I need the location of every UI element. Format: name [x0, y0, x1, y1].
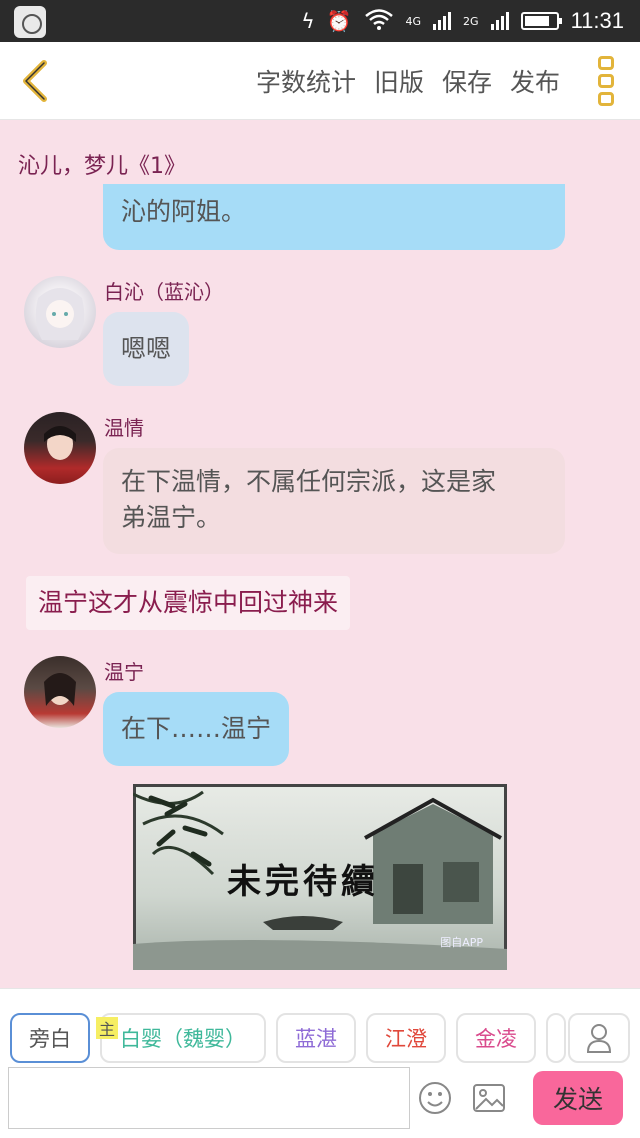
- publish-button[interactable]: 发布: [510, 63, 560, 99]
- role-chip-jinling[interactable]: 金凌: [456, 1013, 536, 1063]
- role-chip-narrator[interactable]: 旁白: [10, 1013, 90, 1063]
- signal-2g-icon: [490, 12, 509, 30]
- role-chip-more[interactable]: [546, 1013, 566, 1063]
- menu-dot-icon: [598, 74, 614, 88]
- back-button[interactable]: [14, 56, 54, 106]
- message-input[interactable]: [8, 1067, 410, 1129]
- message-bubble[interactable]: 在下……温宁: [103, 692, 290, 766]
- speaker-name: 温宁: [104, 660, 144, 684]
- to-be-continued-image[interactable]: 未完待續 图自APP: [133, 784, 507, 970]
- network-label-4g: 4G: [405, 14, 422, 28]
- bottom-input-bar: 旁白 白婴（魏婴） 蓝湛 江澄 金凌 主 发送: [0, 988, 640, 1138]
- chat-area[interactable]: 沁儿，梦儿《1》 沁的阿姐。 白沁（蓝沁） 嗯嗯 温情 在下温情，不属任何宗派，…: [0, 120, 640, 988]
- avatar[interactable]: [24, 412, 96, 484]
- role-label: 江澄: [385, 1027, 427, 1051]
- message-bubble[interactable]: 嗯嗯: [103, 312, 190, 386]
- speaker-name: 白沁（蓝沁）: [104, 280, 224, 304]
- word-count-button[interactable]: 字数统计: [256, 63, 356, 99]
- smiley-icon: [419, 1082, 451, 1114]
- avatar[interactable]: [24, 276, 96, 348]
- message-bubble[interactable]: 沁的阿姐。: [103, 184, 565, 250]
- role-label: 旁白: [29, 1027, 71, 1051]
- menu-dot-icon: [598, 92, 614, 106]
- old-version-button[interactable]: 旧版: [374, 63, 424, 99]
- main-character-tag: 主: [96, 1017, 118, 1039]
- role-chip-jiangcheng[interactable]: 江澄: [366, 1013, 446, 1063]
- app-notification-icon: [14, 6, 46, 38]
- clock: 11:31: [570, 8, 624, 33]
- insert-image-button[interactable]: [472, 1083, 506, 1113]
- menu-dot-icon: [598, 56, 614, 70]
- battery-icon: [520, 12, 562, 30]
- charging-icon: ϟ: [301, 9, 315, 33]
- message-text: 沁的阿姐。: [121, 197, 247, 226]
- role-chip-lanzhan[interactable]: 蓝湛: [276, 1013, 356, 1063]
- speaker-name: 温情: [104, 416, 144, 440]
- role-label: 白婴（魏婴）: [120, 1027, 246, 1051]
- image-icon: [473, 1084, 505, 1112]
- top-toolbar: 字数统计 旧版 保存 发布: [0, 42, 640, 120]
- message-text: 在下……温宁: [121, 714, 272, 743]
- narration-text[interactable]: 温宁这才从震惊中回过神来: [26, 576, 351, 630]
- save-button[interactable]: 保存: [442, 63, 492, 99]
- message-text-line: 弟温宁。: [121, 503, 222, 532]
- person-icon: [586, 1024, 612, 1053]
- to-be-continued-text: 未完待續: [227, 862, 379, 902]
- chevron-left-icon: [23, 60, 47, 102]
- status-icons: ϟ ⏰ 4G 2G 11:31: [301, 0, 624, 42]
- role-chip-baiying[interactable]: 白婴（魏婴）: [100, 1013, 266, 1063]
- message-text-line: 在下温情，不属任何宗派，这是家: [121, 467, 497, 496]
- toolbar-actions: 字数统计 旧版 保存 发布: [256, 42, 560, 120]
- message-text: 嗯嗯: [121, 334, 172, 363]
- emoji-button[interactable]: [418, 1081, 452, 1115]
- role-label: 蓝湛: [295, 1027, 337, 1051]
- alarm-icon: ⏰: [326, 9, 352, 33]
- chapter-title: 沁儿，梦儿《1》: [18, 154, 186, 179]
- more-menu-button[interactable]: [598, 56, 618, 106]
- network-label-2g: 2G: [463, 14, 479, 28]
- send-button[interactable]: 发送: [533, 1071, 623, 1125]
- status-bar: ϟ ⏰ 4G 2G 11:31: [0, 0, 640, 42]
- message-bubble[interactable]: 在下温情，不属任何宗派，这是家 弟温宁。: [103, 448, 565, 554]
- role-label: 金凌: [475, 1027, 517, 1051]
- avatar[interactable]: [24, 656, 96, 728]
- add-character-button[interactable]: [568, 1013, 630, 1063]
- signal-4g-icon: [433, 12, 452, 30]
- image-watermark: 图自APP: [440, 936, 483, 949]
- wifi-icon: [364, 8, 394, 35]
